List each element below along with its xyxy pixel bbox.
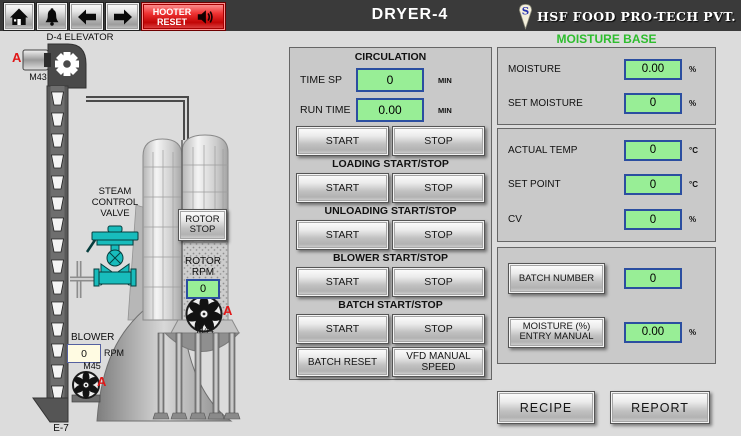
set-point-label: SET POINT: [508, 179, 624, 190]
unloading-section-title: UNLOADING START/STOP: [290, 205, 491, 217]
circulation-stop-button[interactable]: STOP: [392, 126, 485, 156]
hooter-reset-label: HOOTER RESET: [153, 7, 192, 27]
home-icon: [9, 7, 29, 27]
moisture-value: 0.00: [624, 59, 682, 80]
elevator-alarm-indicator: A: [12, 50, 21, 65]
blower-alarm-indicator: A: [97, 374, 106, 389]
elevator-motor-icon: [23, 50, 51, 70]
circulation-start-button[interactable]: START: [296, 126, 389, 156]
time-sp-label: TIME SP: [300, 74, 356, 86]
blower-duct: [97, 305, 231, 421]
time-sp-value[interactable]: 0: [356, 68, 424, 92]
recipe-button[interactable]: RECIPE: [497, 391, 595, 424]
loading-stop-button[interactable]: STOP: [392, 173, 485, 203]
batch-box: BATCH NUMBER 0 MOISTURE (%) ENTRY MANUAL…: [497, 247, 716, 364]
time-sp-unit: MIN: [438, 76, 452, 85]
batch-start-button[interactable]: START: [296, 314, 389, 344]
elevator-chute: [33, 398, 68, 422]
moisture-entry-value[interactable]: 0.00: [624, 322, 682, 343]
silo-fan-alarm-indicator: A: [223, 303, 232, 318]
batch-section-title: BATCH START/STOP: [290, 299, 491, 311]
rotor-stop-button[interactable]: ROTOR STOP: [178, 209, 227, 241]
company-logo-icon: S: [518, 3, 533, 30]
unloading-start-button[interactable]: START: [296, 220, 389, 250]
rotor-rpm-value: 0: [186, 279, 220, 299]
run-time-label: RUN TIME: [300, 104, 356, 116]
moisture-unit: %: [682, 65, 707, 74]
arrow-right-icon: [112, 7, 134, 27]
batch-number-button[interactable]: BATCH NUMBER: [508, 263, 605, 294]
run-time-value: 0.00: [356, 98, 424, 122]
arrow-left-icon: [76, 7, 98, 27]
elevator-to-silo-pipe: [86, 99, 186, 140]
set-point-unit: °C: [682, 180, 707, 189]
cv-label: CV: [508, 214, 624, 225]
elevator-motor-label: M43: [24, 72, 52, 83]
dryer4-hmi-screen: D-4 ELEVATOR A M43 STEAM CONTROL VALVE R…: [0, 0, 741, 436]
elevator-bottom-label: E-7: [45, 423, 77, 434]
temperature-box: ACTUAL TEMP 0 °C SET POINT 0 °C CV 0 %: [497, 128, 716, 242]
rotor-rpm-label: ROTOR RPM: [182, 256, 224, 278]
cv-value: 0: [624, 209, 682, 230]
company-logo-letter: S: [522, 6, 529, 18]
silo-legs: [153, 333, 240, 419]
circulation-panel: CIRCULATION TIME SP 0 MIN RUN TIME 0.00 …: [289, 47, 492, 380]
loading-section-title: LOADING START/STOP: [290, 158, 491, 170]
blower-stop-button[interactable]: STOP: [392, 267, 485, 297]
top-bar: HOOTER RESET DRYER-4 S HSF FOOD PRO-TECH…: [0, 0, 741, 31]
page-title: DRYER-4: [340, 6, 480, 24]
company-name: HSF FOOD PRO-TECH PVT. LTD.: [537, 9, 741, 24]
blower-label: BLOWER: [71, 332, 114, 343]
hooter-reset-button[interactable]: HOOTER RESET: [141, 2, 226, 31]
actual-temp-value: 0: [624, 140, 682, 161]
blower-fan-icon: [72, 372, 100, 403]
batch-reset-button[interactable]: BATCH RESET: [296, 347, 389, 377]
moisture-box: MOISTURE 0.00 % SET MOISTURE 0 %: [497, 47, 716, 125]
blower-section-title: BLOWER START/STOP: [290, 252, 491, 264]
alarm-button[interactable]: [36, 2, 68, 31]
cv-unit: %: [682, 215, 707, 224]
moisture-entry-manual-button[interactable]: MOISTURE (%) ENTRY MANUAL: [508, 317, 605, 348]
moisture-label: MOISTURE: [508, 64, 624, 75]
previous-page-button[interactable]: [69, 2, 104, 31]
silo-brace: [128, 205, 146, 320]
moisture-base-header: MOISTURE BASE: [497, 32, 716, 46]
speaker-icon: [196, 8, 214, 26]
unloading-stop-button[interactable]: STOP: [392, 220, 485, 250]
blower-rpm-unit: RPM: [104, 348, 124, 359]
home-button[interactable]: [3, 2, 35, 31]
run-time-unit: MIN: [438, 106, 452, 115]
elevator-buckets: [52, 92, 64, 399]
batch-stop-button[interactable]: STOP: [392, 314, 485, 344]
report-button[interactable]: REPORT: [610, 391, 710, 424]
loading-start-button[interactable]: START: [296, 173, 389, 203]
moisture-entry-unit: %: [682, 328, 707, 337]
next-page-button[interactable]: [105, 2, 140, 31]
elevator-label: D-4 ELEVATOR: [30, 32, 130, 43]
blower-start-button[interactable]: START: [296, 267, 389, 297]
silo-fan-motor-label: M44: [190, 325, 220, 336]
set-moisture-label: SET MOISTURE: [508, 98, 624, 109]
set-point-value[interactable]: 0: [624, 174, 682, 195]
steam-control-valve: [87, 226, 138, 286]
dryer-silo: [143, 135, 239, 352]
circulation-title: CIRCULATION: [290, 51, 491, 63]
blower-motor-label: M45: [77, 361, 107, 372]
elevator-gear-icon: [55, 52, 79, 76]
bell-icon: [42, 7, 62, 27]
company-brand: S HSF FOOD PRO-TECH PVT. LTD.: [518, 3, 741, 30]
steam-valve-label: STEAM CONTROL VALVE: [86, 186, 144, 219]
batch-number-value: 0: [624, 268, 682, 289]
set-moisture-value[interactable]: 0: [624, 93, 682, 114]
actual-temp-unit: °C: [682, 146, 707, 155]
actual-temp-label: ACTUAL TEMP: [508, 145, 624, 156]
steam-pipe: [70, 261, 145, 298]
vfd-manual-speed-button[interactable]: VFD MANUAL SPEED: [392, 347, 485, 377]
set-moisture-unit: %: [682, 99, 707, 108]
